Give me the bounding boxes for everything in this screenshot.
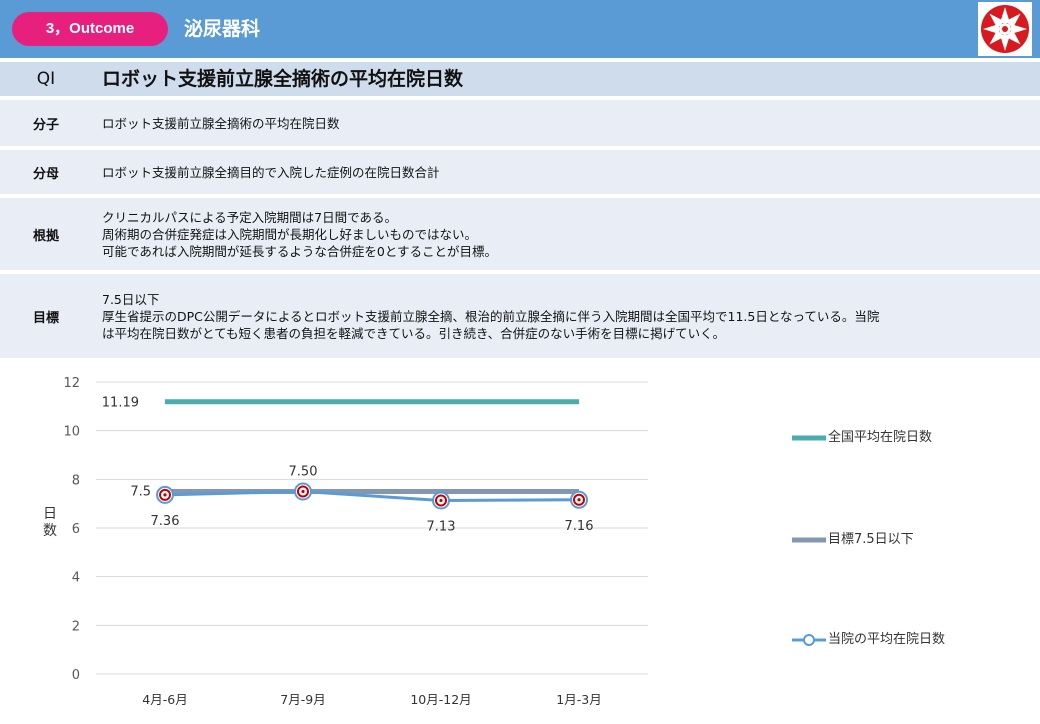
legend-hospital-swatch xyxy=(792,634,826,646)
legend-target-label: 目標7.5日以下 xyxy=(828,532,914,547)
hospital-marker-dot xyxy=(163,493,167,497)
legend-national: 全国平均在院日数 xyxy=(792,428,932,448)
legend-national-label: 全国平均在院日数 xyxy=(828,430,933,445)
department-title: 泌尿器科 xyxy=(184,18,261,40)
target-line: 7.5日以下 xyxy=(102,291,160,307)
hospital-marker-dot xyxy=(577,498,581,502)
data-label-hospital: 7.13 xyxy=(427,520,456,535)
legend-national-swatch xyxy=(792,435,826,441)
legend-target-swatch xyxy=(792,537,826,543)
rationale-line: 周術期の合併症発症は入院期間が長期化し好ましいものではない。 xyxy=(102,226,478,242)
legend-target: 目標7.5日以下 xyxy=(792,530,914,550)
denominator-line: ロボット支援前立腺全摘目的で入院した症例の在院日数合計 xyxy=(102,164,440,180)
x-tick-label: 7月-9月 xyxy=(280,692,325,707)
numerator-label: 分子 xyxy=(32,117,59,133)
data-label-target: 7.5 xyxy=(130,485,151,500)
hospital-marker-dot xyxy=(439,498,443,503)
data-label-hospital: 7.16 xyxy=(565,519,594,534)
rationale-line: クリニカルパスによる予定入院期間は7日間である。 xyxy=(102,209,397,225)
target-label: 目標 xyxy=(32,310,59,326)
data-label-hospital: 7.36 xyxy=(151,514,180,529)
target-row: 目標 7.5日以下 厚生省提示のDPC公開データによるとロボット支援前立腺全摘、… xyxy=(0,274,1040,358)
target-text: 7.5日以下 厚生省提示のDPC公開データによるとロボット支援前立腺全摘、根治的… xyxy=(102,274,1032,358)
y-tick-label: 10 xyxy=(63,425,80,440)
x-tick-label: 1月-3月 xyxy=(556,692,601,707)
header-bar: 3，Outcome 泌尿器科 xyxy=(0,0,1040,58)
section-badge: 3，Outcome xyxy=(12,12,168,46)
y-tick-label: 12 xyxy=(63,376,80,391)
chart-area: 0 2 4 6 8 10 12 4月-6月 7月-9月 10月-12月 1月-3月 日数 11.19 7.… xyxy=(0,362,1040,720)
qi-label: QI xyxy=(36,69,56,89)
numerator-line: ロボット支援前立腺全摘術の平均在院日数 xyxy=(102,115,340,131)
y-tick-label: 0 xyxy=(72,668,80,683)
y-tick-label: 2 xyxy=(72,619,80,634)
target-line: 厚生省提示のDPC公開データによるとロボット支援前立腺全摘、根治的前立腺全摘に伴… xyxy=(102,308,880,324)
rationale-line: 可能であれば入院期間が延長するような合併症を0とすることが目標。 xyxy=(102,243,497,259)
denominator-row: 分母 ロボット支援前立腺全摘目的で入院した症例の在院日数合計 xyxy=(0,150,1040,194)
denominator-text: ロボット支援前立腺全摘目的で入院した症例の在院日数合計 xyxy=(102,150,1032,194)
x-tick-label: 10月-12月 xyxy=(410,692,471,707)
numerator-row: 分子 ロボット支援前立腺全摘術の平均在院日数 xyxy=(0,100,1040,146)
data-label-national: 11.19 xyxy=(102,396,139,411)
numerator-text: ロボット支援前立腺全摘術の平均在院日数 xyxy=(102,100,1032,146)
legend-hospital: 当院の平均在院日数 xyxy=(792,630,945,650)
data-label-hospital: 7.50 xyxy=(289,465,318,480)
y-tick-label: 8 xyxy=(72,473,80,488)
rationale-row: 根拠 クリニカルパスによる予定入院期間は7日間である。 周術期の合併症発症は入院… xyxy=(0,198,1040,270)
qi-title: ロボット支援前立腺全摘術の平均在院日数 xyxy=(102,68,464,90)
legend-hospital-label: 当院の平均在院日数 xyxy=(828,632,946,647)
denominator-label: 分母 xyxy=(32,166,59,182)
y-tick-label: 4 xyxy=(72,571,80,586)
target-line: は平均在院日数がとても短く患者の負担を軽減できている。引き続き、合併症のない手術… xyxy=(102,325,726,341)
hospital-logo-icon xyxy=(978,2,1032,56)
x-tick-label: 4月-6月 xyxy=(142,692,187,707)
y-axis-label: 日数 xyxy=(43,506,57,539)
y-tick-label: 6 xyxy=(72,522,80,537)
qi-row: QI ロボット支援前立腺全摘術の平均在院日数 xyxy=(0,62,1040,96)
rationale-text: クリニカルパスによる予定入院期間は7日間である。 周術期の合併症発症は入院期間が… xyxy=(102,198,1032,270)
hospital-marker-dot xyxy=(301,489,305,494)
rationale-label: 根拠 xyxy=(32,228,59,244)
